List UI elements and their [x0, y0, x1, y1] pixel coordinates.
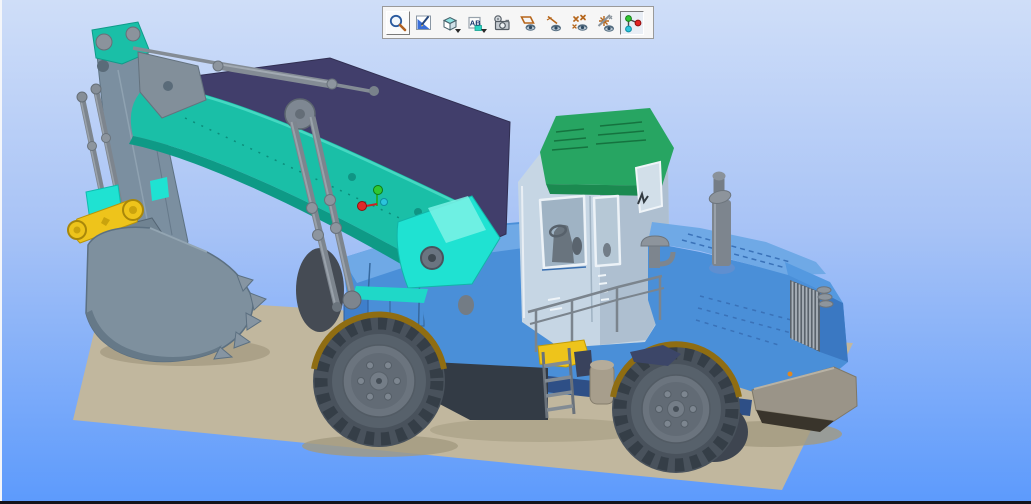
hide-axes-button[interactable] — [542, 11, 566, 35]
hide-points-icon — [572, 14, 588, 31]
view-orientation-icon — [416, 15, 431, 30]
front-light — [787, 371, 793, 377]
zoom-area-icon — [389, 14, 407, 31]
front-wheel — [610, 341, 742, 473]
rear-wheel — [311, 311, 447, 447]
hide-planes-icon — [520, 15, 536, 31]
cab — [518, 108, 674, 348]
hide-all-auxiliary-icon — [597, 13, 614, 32]
designation-visibility-button[interactable]: AB — [464, 11, 488, 35]
zoom-area-button[interactable] — [386, 10, 410, 35]
3d-viewport[interactable]: AB — [0, 0, 1031, 504]
hide-planes-button[interactable] — [516, 11, 540, 35]
bucket — [85, 226, 267, 363]
cab-side-window — [634, 160, 664, 214]
model-scene — [67, 21, 858, 490]
view-orientation-button[interactable] — [412, 11, 436, 35]
window-left-edge — [0, 0, 2, 504]
save-image-icon — [494, 14, 510, 30]
hide-all-auxiliary-button[interactable] — [594, 11, 618, 35]
component-structure-button[interactable] — [620, 10, 644, 35]
svg-text:AB: AB — [470, 18, 481, 27]
louver-stack — [816, 286, 834, 308]
component-structure-icon — [625, 14, 642, 32]
display-mode-button[interactable] — [438, 11, 462, 35]
save-image-button[interactable] — [490, 11, 514, 35]
hide-axes-icon — [546, 15, 561, 31]
dropdown-arrow-icon — [481, 28, 487, 33]
hide-points-button[interactable] — [568, 11, 592, 35]
far-rear-wheel — [296, 248, 344, 332]
view-toolbar: AB — [382, 6, 654, 39]
dropdown-arrow-icon — [455, 28, 461, 33]
